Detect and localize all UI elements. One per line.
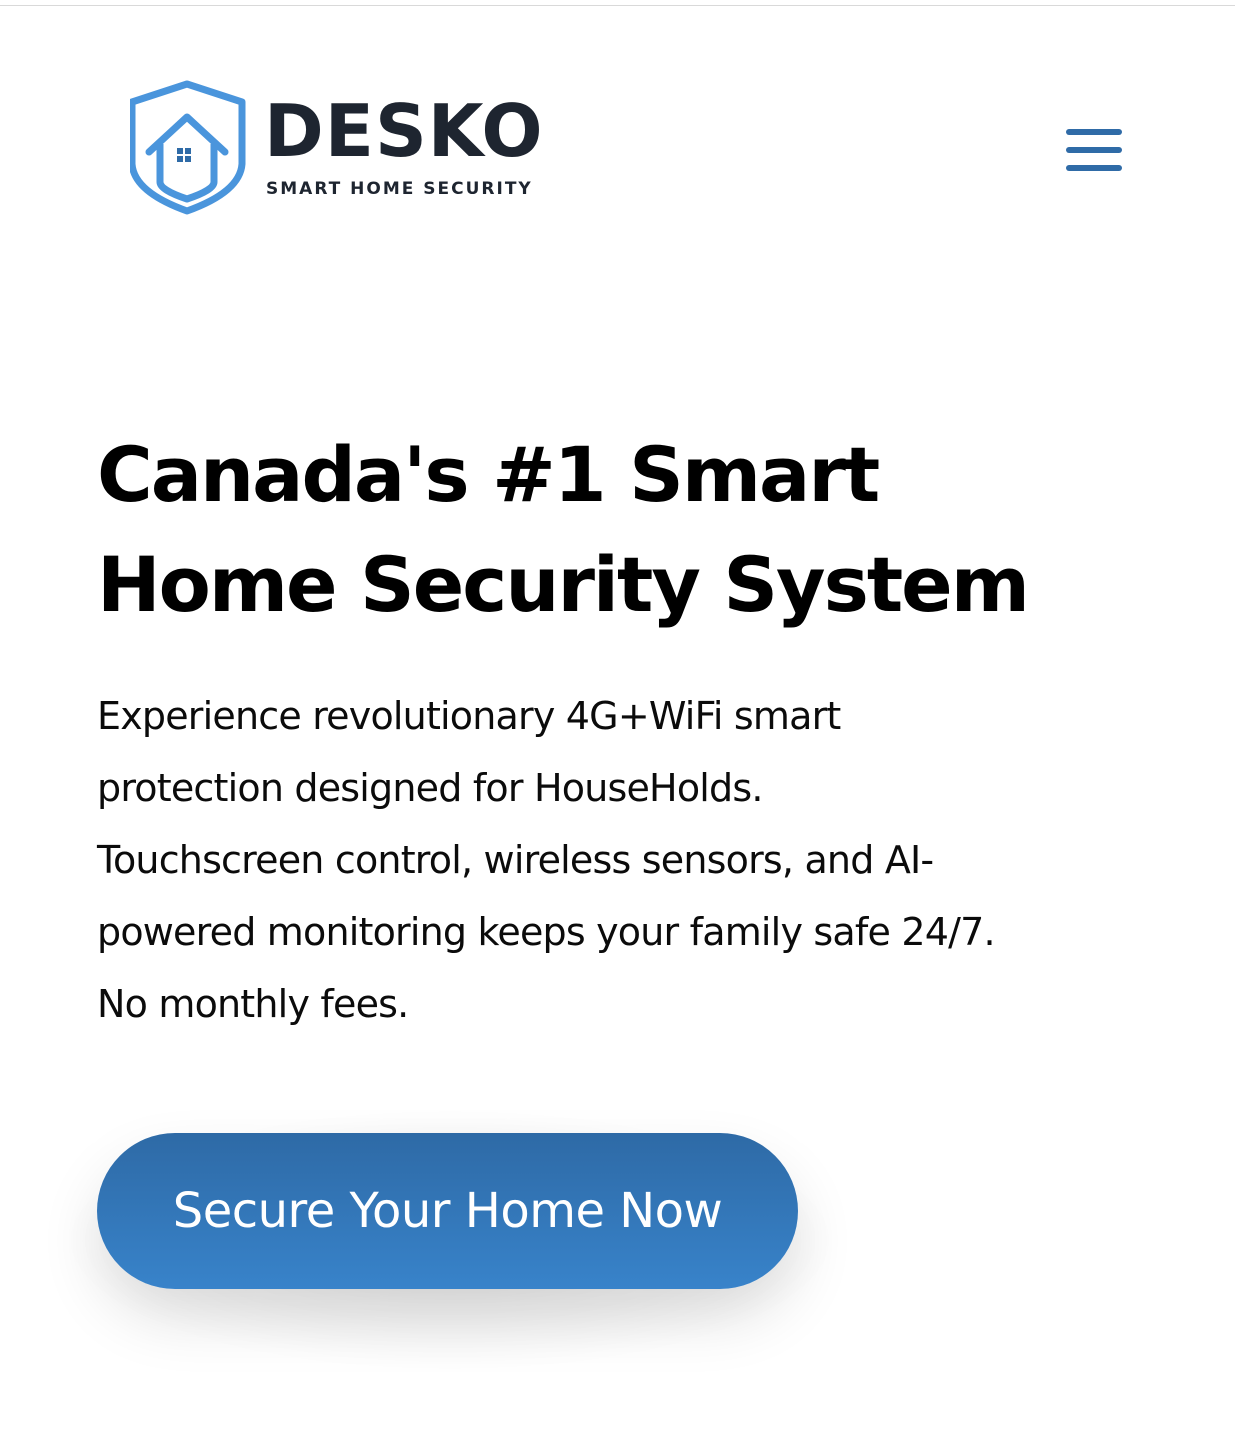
hero-title-line: Canada's #1 Smart bbox=[97, 430, 880, 519]
hero-description-line: protection designed for HouseHolds. bbox=[97, 766, 763, 810]
hamburger-menu-icon-bar bbox=[1066, 129, 1122, 135]
brand-name: DESKO bbox=[264, 89, 544, 173]
hero-description-line: Experience revolutionary 4G+WiFi smart bbox=[97, 694, 841, 738]
secure-your-home-button[interactable]: Secure Your Home Now bbox=[97, 1133, 798, 1289]
hamburger-menu-icon-bar bbox=[1066, 165, 1122, 171]
hamburger-menu-button[interactable] bbox=[1062, 125, 1126, 175]
hero-title-line: Home Security System bbox=[97, 540, 1030, 629]
brand-tagline: SMART HOME SECURITY bbox=[266, 179, 533, 199]
hero-description-line: No monthly fees. bbox=[97, 982, 409, 1026]
brand-logo[interactable]: DESKO SMART HOME SECURITY bbox=[130, 80, 550, 220]
shield-house-icon bbox=[130, 80, 246, 215]
top-divider bbox=[0, 5, 1235, 6]
hero-description-line: powered monitoring keeps your family saf… bbox=[97, 910, 996, 954]
hero-title: Canada's #1 Smart Home Security System bbox=[97, 420, 1177, 640]
hero-description: Experience revolutionary 4G+WiFi smart p… bbox=[97, 680, 1177, 1040]
hero-description-line: Touchscreen control, wireless sensors, a… bbox=[97, 838, 934, 882]
hamburger-menu-icon-bar bbox=[1066, 147, 1122, 153]
